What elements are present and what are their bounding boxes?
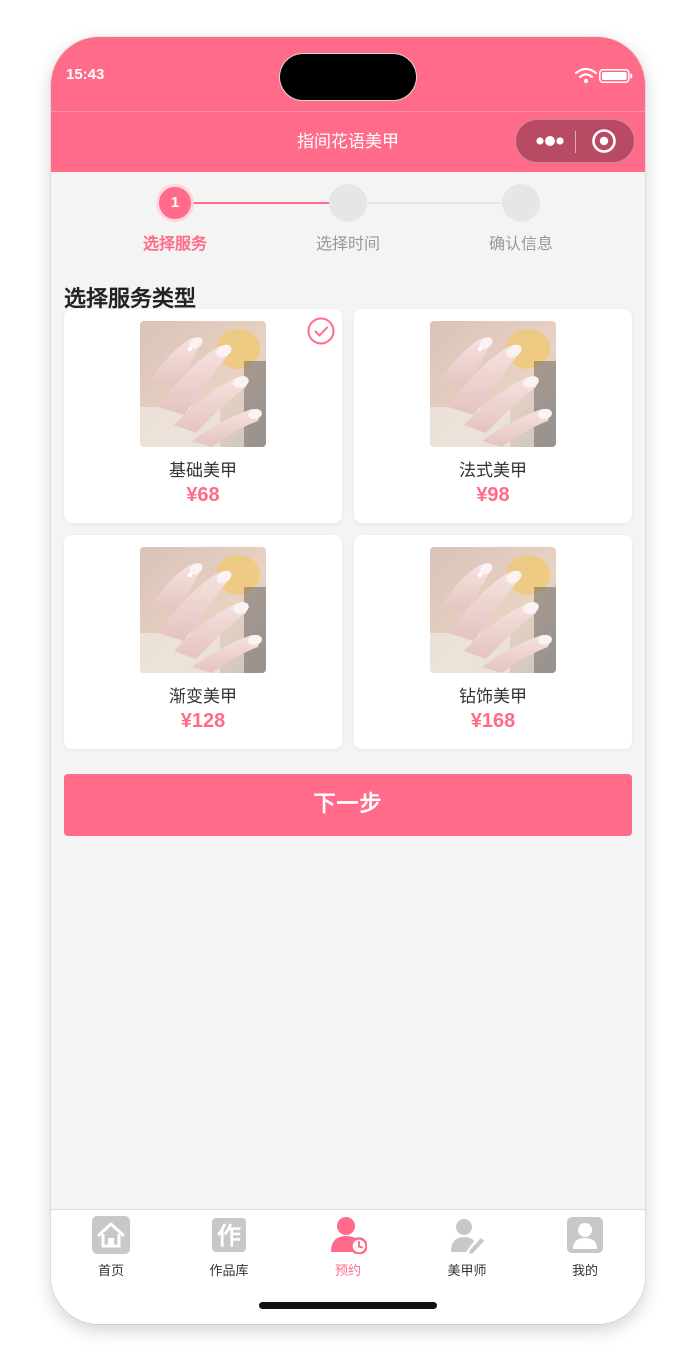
- step-3-label: 确认信息: [488, 234, 553, 253]
- wifi-icon: [575, 68, 597, 84]
- capsule-divider: [575, 131, 576, 153]
- camera-notch: [279, 53, 417, 101]
- tab-portfolio[interactable]: 作 作品库: [184, 1214, 274, 1279]
- service-card-rhinestone[interactable]: 钻饰美甲 ¥168: [354, 535, 632, 749]
- nail-photo: [140, 321, 266, 447]
- tab-booking[interactable]: 预约: [303, 1214, 393, 1279]
- service-name: 基础美甲: [169, 461, 237, 481]
- step-indicator: 1 选择服务 选择时间 确认信息: [51, 172, 645, 262]
- tab-label: 美甲师: [447, 1264, 487, 1279]
- navigation-bar: 指间花语美甲: [51, 111, 645, 172]
- service-price: ¥68: [186, 484, 220, 506]
- home-indicator[interactable]: [259, 1302, 437, 1309]
- tab-label: 我的: [571, 1264, 598, 1279]
- more-dots-icon[interactable]: [528, 120, 572, 162]
- service-name: 钻饰美甲: [459, 687, 527, 707]
- check-circle-icon: [307, 317, 335, 345]
- battery-icon: [599, 69, 633, 83]
- manicurist-icon: [451, 1219, 484, 1254]
- nail-photo: [430, 547, 556, 673]
- phone-frame: 15:43 指间花语美甲 1 选择服务 选择时间 确认信息 选择服务类型 基础美…: [51, 37, 645, 1324]
- nail-photo: [140, 547, 266, 673]
- step-3-circle: [502, 184, 540, 222]
- tab-label: 预约: [334, 1264, 361, 1279]
- service-price: ¥128: [180, 710, 226, 732]
- home-icon: [92, 1216, 130, 1254]
- status-bar: 15:43: [51, 37, 645, 111]
- nail-photo: [430, 321, 556, 447]
- svg-text:作: 作: [217, 1222, 241, 1250]
- step-1-circle: 1: [156, 184, 194, 222]
- service-card-gradient[interactable]: 渐变美甲 ¥128: [64, 535, 342, 749]
- next-step-button[interactable]: 下一步: [64, 774, 632, 836]
- tab-label: 首页: [97, 1264, 124, 1279]
- service-card-basic[interactable]: 基础美甲 ¥68: [64, 309, 342, 523]
- close-target-icon[interactable]: [580, 120, 630, 162]
- step-2-label: 选择时间: [315, 234, 380, 253]
- step-connector-done: [192, 202, 332, 204]
- service-price: ¥168: [470, 710, 516, 732]
- service-card-french[interactable]: 法式美甲 ¥98: [354, 309, 632, 523]
- status-time: 15:43: [66, 66, 105, 83]
- service-name: 法式美甲: [459, 461, 527, 481]
- service-price: ¥98: [476, 484, 510, 506]
- step-1-label: 选择服务: [142, 234, 207, 253]
- booking-icon: [331, 1217, 367, 1254]
- service-name: 渐变美甲: [169, 687, 237, 707]
- tab-label: 作品库: [209, 1264, 249, 1279]
- miniprogram-capsule: [515, 119, 635, 163]
- tab-profile[interactable]: 我的: [540, 1214, 630, 1279]
- portfolio-icon: 作: [212, 1218, 246, 1252]
- tab-manicurist[interactable]: 美甲师: [422, 1214, 512, 1279]
- step-2-circle: [329, 184, 367, 222]
- tab-home[interactable]: 首页: [66, 1214, 156, 1279]
- profile-icon: [567, 1217, 603, 1253]
- step-connector-pending: [366, 202, 506, 204]
